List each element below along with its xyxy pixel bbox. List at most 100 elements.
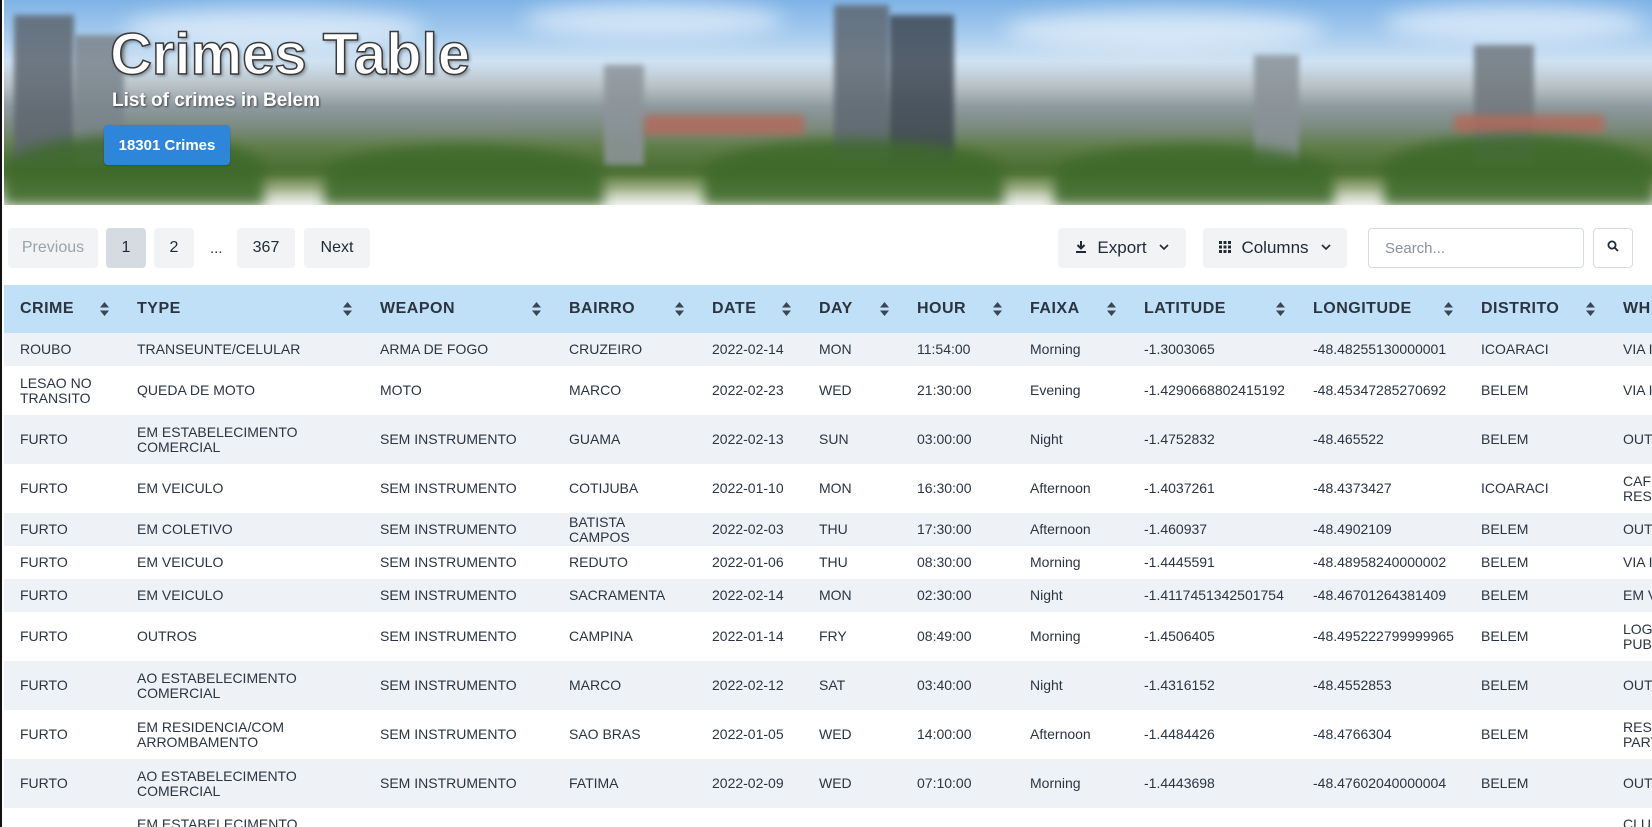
table-row[interactable]: FURTO EM VEICULO SEM INSTRUMENTO SACRAMENTA… [4, 579, 1652, 612]
sort-icon[interactable] [880, 302, 889, 316]
table-cell: SEM INSTRUMENTO [364, 612, 553, 661]
table-cell: BELEM [1465, 579, 1607, 612]
table-cell: BELEM [1465, 366, 1607, 415]
sort-icon[interactable] [1586, 302, 1595, 316]
column-header[interactable]: WEAPON [364, 285, 553, 333]
table-cell: Night [1014, 661, 1128, 710]
page-2-button[interactable]: 2 [154, 228, 194, 268]
table-row[interactable]: EM ESTABELECIMENTO CLUI [4, 808, 1652, 827]
table-cell: 2022-02-03 [696, 513, 803, 546]
table-cell: ARMA DE FOGO [364, 333, 553, 366]
table-cell: 03:00:00 [901, 415, 1014, 464]
table-cell: 16:30:00 [901, 464, 1014, 513]
table-cell: SAO BRAS [553, 710, 696, 759]
table-row[interactable]: ROUBO TRANSEUNTE/CELULAR ARMA DE FOGO CRUZE… [4, 333, 1652, 366]
table-cell [553, 808, 696, 827]
table-cell: Morning [1014, 759, 1128, 808]
table-cell: -48.48255130000001 [1297, 333, 1465, 366]
search-button[interactable] [1593, 228, 1633, 268]
table-header-row: CRIME TYPE WEAPON BAIRRO DATE DAY HOUR FAIXA LAT… [4, 285, 1652, 333]
table-cell: Afternoon [1014, 513, 1128, 546]
table-toolbar: Previous 1 2 ... 367 Next Export Columns [4, 228, 1652, 270]
previous-page-button[interactable]: Previous [8, 228, 98, 268]
table-cell: MARCO [553, 661, 696, 710]
column-header-label: DISTRITO [1481, 300, 1560, 317]
export-button[interactable]: Export [1058, 228, 1186, 268]
table-row[interactable]: FURTO OUTROS SEM INSTRUMENTO CAMPINA 2022-01… [4, 612, 1652, 661]
table-cell: QUEDA DE MOTO [121, 366, 364, 415]
export-label: Export [1097, 238, 1147, 257]
column-header[interactable]: TYPE [121, 285, 364, 333]
table-cell: MON [803, 333, 901, 366]
table-cell: -1.4445591 [1128, 546, 1297, 579]
table-cell: -48.4902109 [1297, 513, 1465, 546]
header-banner: Crimes Table List of crimes in Belem 183… [4, 0, 1652, 205]
table-row[interactable]: FURTO EM ESTABELECIMENTO COMERCIAL SEM INS… [4, 415, 1652, 464]
table-row[interactable]: FURTO AO ESTABELECIMENTO COMERCIAL SEM INS… [4, 661, 1652, 710]
table-cell [901, 808, 1014, 827]
sort-icon[interactable] [782, 302, 791, 316]
table-cell: FURTO [4, 546, 121, 579]
last-page-button[interactable]: 367 [237, 228, 295, 268]
table-cell: Morning [1014, 612, 1128, 661]
table-cell: -48.495222799999965 [1297, 612, 1465, 661]
column-header[interactable]: CRIME [4, 285, 121, 333]
table-cell: EM V [1607, 579, 1652, 612]
sort-icon[interactable] [1107, 302, 1116, 316]
next-page-button[interactable]: Next [304, 228, 370, 268]
table-row[interactable]: FURTO EM VEICULO SEM INSTRUMENTO REDUTO 2022… [4, 546, 1652, 579]
table-cell: VIA I [1607, 333, 1652, 366]
table-cell: BELEM [1465, 710, 1607, 759]
column-header-label: CRIME [20, 300, 75, 317]
table-cell: ROUBO [4, 333, 121, 366]
column-header[interactable]: HOUR [901, 285, 1014, 333]
table-cell: -1.4117451342501754 [1128, 579, 1297, 612]
table-cell: -1.4752832 [1128, 415, 1297, 464]
table-cell: SEM INSTRUMENTO [364, 513, 553, 546]
sort-icon[interactable] [993, 302, 1002, 316]
table-cell: EM ESTABELECIMENTO COMERCIAL [121, 415, 364, 464]
column-header[interactable]: WH [1607, 285, 1652, 333]
sort-icon[interactable] [1276, 302, 1285, 316]
table-cell: -1.4506405 [1128, 612, 1297, 661]
table-cell: -48.46701264381409 [1297, 579, 1465, 612]
table-cell: -1.3003065 [1128, 333, 1297, 366]
table-cell [1128, 808, 1297, 827]
table-row[interactable]: FURTO EM VEICULO SEM INSTRUMENTO COTIJUBA 20… [4, 464, 1652, 513]
table-cell: CAFI REST [1607, 464, 1652, 513]
table-row[interactable]: FURTO AO ESTABELECIMENTO COMERCIAL SEM INS… [4, 759, 1652, 808]
sort-icon[interactable] [343, 302, 352, 316]
table-row[interactable]: LESAO NO TRANSITO QUEDA DE MOTO MOTO MARCO 2… [4, 366, 1652, 415]
columns-button[interactable]: Columns [1203, 228, 1347, 268]
table-cell: FURTO [4, 759, 121, 808]
table-cell: SEM INSTRUMENTO [364, 710, 553, 759]
page-title: Crimes Table [109, 21, 470, 88]
crime-count-badge[interactable]: 18301 Crimes [104, 125, 230, 165]
grid-icon [1219, 240, 1232, 256]
table-row[interactable]: FURTO EM COLETIVO SEM INSTRUMENTO BATISTA C… [4, 513, 1652, 546]
column-header[interactable]: DISTRITO [1465, 285, 1607, 333]
table-cell: LOG PUBI [1607, 612, 1652, 661]
sort-icon[interactable] [1444, 302, 1453, 316]
table-row[interactable]: FURTO EM RESIDENCIA/COM ARROMBAMENTO SEM I… [4, 710, 1652, 759]
search-input[interactable] [1368, 228, 1584, 268]
column-header[interactable]: DATE [696, 285, 803, 333]
column-header[interactable]: LATITUDE [1128, 285, 1297, 333]
sort-icon[interactable] [532, 302, 541, 316]
column-header[interactable]: LONGITUDE [1297, 285, 1465, 333]
table-cell: BELEM [1465, 546, 1607, 579]
sort-icon[interactable] [100, 302, 109, 316]
table-cell: THU [803, 546, 901, 579]
column-header-label: DATE [712, 300, 757, 317]
sort-icon[interactable] [675, 302, 684, 316]
table-cell: FURTO [4, 415, 121, 464]
table-cell: Evening [1014, 366, 1128, 415]
table-cell: -48.465522 [1297, 415, 1465, 464]
table-cell: CRUZEIRO [553, 333, 696, 366]
table-cell: 2022-02-14 [696, 579, 803, 612]
column-header[interactable]: DAY [803, 285, 901, 333]
page-1-button[interactable]: 1 [106, 228, 146, 268]
table-cell [4, 808, 121, 827]
column-header[interactable]: BAIRRO [553, 285, 696, 333]
column-header[interactable]: FAIXA [1014, 285, 1128, 333]
